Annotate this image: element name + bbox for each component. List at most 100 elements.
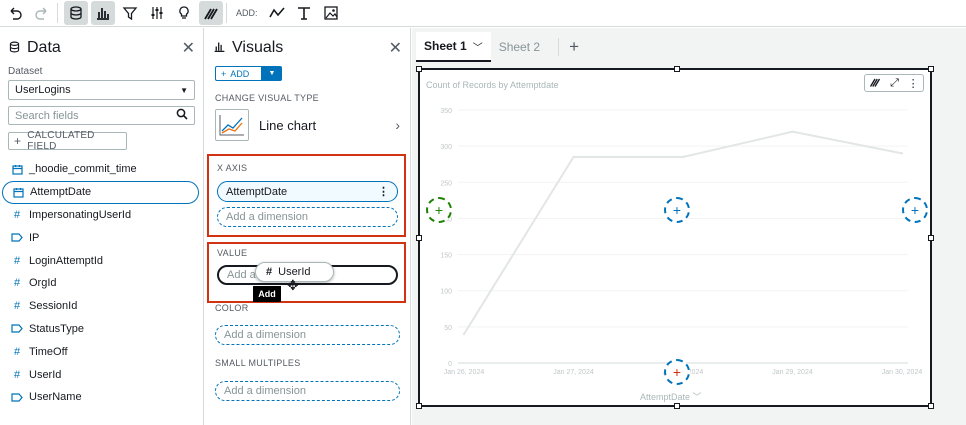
data-point <box>681 155 685 159</box>
search-icon <box>176 108 188 123</box>
dataset-select[interactable]: UserLogins ▼ <box>8 80 195 100</box>
tab-sheet-2[interactable]: Sheet 2 <box>491 32 548 62</box>
database-icon[interactable] <box>64 1 88 25</box>
parameters-icon[interactable] <box>145 1 169 25</box>
chevron-down-icon[interactable]: ﹀ <box>473 39 483 54</box>
number-field-icon: # <box>13 300 21 313</box>
number-field-icon: # <box>13 277 21 290</box>
database-icon <box>8 40 21 57</box>
field-item[interactable]: # OrgId <box>0 272 203 295</box>
add-field-center-icon[interactable]: + <box>664 197 690 223</box>
close-icon[interactable]: ✕ <box>182 38 195 58</box>
color-add-dimension[interactable]: Add a dimension <box>215 325 400 345</box>
y-tick-label: 50 <box>444 325 452 332</box>
x-axis-field-pill[interactable]: AttemptDate ⋮ <box>217 181 398 202</box>
field-item[interactable]: # TimeOff <box>0 340 203 363</box>
add-field-right-icon[interactable]: + <box>902 197 928 223</box>
line-chart-icon <box>215 109 249 141</box>
field-name: ImpersonatingUserId <box>29 208 132 221</box>
x-axis-well: X AXIS AttemptDate ⋮ Add a dimension <box>207 154 406 237</box>
undo-icon[interactable] <box>3 1 27 25</box>
y-tick-label: 300 <box>440 144 452 151</box>
calculated-field-label: CALCULATED FIELD <box>27 130 95 152</box>
add-field-left-icon[interactable]: + <box>426 197 452 223</box>
field-item[interactable]: IP <box>0 226 203 249</box>
add-text-icon[interactable] <box>292 1 316 25</box>
data-panel-title: Data <box>27 39 61 56</box>
field-name: StatusType <box>29 322 85 335</box>
add-sheet-icon[interactable]: + <box>569 32 579 62</box>
x-axis-title-text: AttemptDate <box>640 392 691 402</box>
toolbar-divider <box>226 3 227 23</box>
number-field-icon: # <box>13 345 21 358</box>
tab-sheet-2-label: Sheet 2 <box>498 40 541 54</box>
series-line <box>463 130 903 335</box>
add-image-icon[interactable] <box>319 1 343 25</box>
field-item[interactable]: # SessionId <box>0 295 203 318</box>
field-name: IP <box>29 231 40 244</box>
bar-chart-icon[interactable] <box>91 1 115 25</box>
visuals-panel-title: Visuals <box>232 39 284 56</box>
field-item[interactable]: AttemptDate <box>2 180 199 204</box>
more-options-icon[interactable]: ⋮ <box>378 185 389 198</box>
add-visual-button[interactable]: + ADD <box>215 66 262 81</box>
tab-sheet-1[interactable]: Sheet 1 ﹀ <box>416 32 491 62</box>
x-tick-label: Jan 30, 2024 <box>882 369 923 376</box>
insights-lightbulb-icon[interactable] <box>172 1 196 25</box>
x-axis-add-dimension[interactable]: Add a dimension <box>217 207 398 227</box>
y-tick-label: 0 <box>448 361 452 368</box>
dataset-value: UserLogins <box>15 84 71 96</box>
field-item[interactable]: UserName <box>0 386 203 409</box>
field-item[interactable]: StatusType <box>0 318 203 341</box>
visuals-panel: Visuals ✕ + ADD ▼ CHANGE VISUAL TYPE Lin… <box>205 28 411 425</box>
resize-handle[interactable] <box>928 403 934 409</box>
add-calculated-field-button[interactable]: + CALCULATED FIELD <box>8 130 127 152</box>
field-name: AttemptDate <box>30 186 92 199</box>
add-label: ADD <box>230 68 250 79</box>
field-item[interactable]: # ImpersonatingUserId <box>0 204 203 227</box>
add-field-bottom-icon[interactable]: + <box>664 359 690 385</box>
resize-handle[interactable] <box>416 403 422 409</box>
toolbar: ADD: <box>0 0 966 27</box>
close-icon[interactable]: ✕ <box>389 38 402 58</box>
small-multiples-label: SMALL MULTIPLES <box>215 358 301 368</box>
string-field-icon <box>10 324 24 334</box>
small-multiples-add-dimension[interactable]: Add a dimension <box>215 381 400 401</box>
search-fields-input[interactable]: Search fields <box>8 106 195 125</box>
field-item[interactable]: # LoginAttemptId <box>0 249 203 272</box>
resize-handle[interactable] <box>674 403 680 409</box>
field-name: _hoodie_commit_time <box>29 163 137 176</box>
color-label: COLOR <box>215 303 249 313</box>
chart-plot: 050100150200250300350Jan 26, 2024Jan 27,… <box>440 108 923 376</box>
redo-icon[interactable] <box>30 1 54 25</box>
line-chart-visual[interactable]: Count of Records by Attemptdate ⤢ ⋮ 0 50 1… <box>416 66 934 409</box>
x-tick-label: Jan 27, 2024 <box>553 369 594 376</box>
resize-handle[interactable] <box>928 66 934 72</box>
add-dropdown-button[interactable]: ▼ <box>262 66 282 81</box>
data-point <box>900 152 904 155</box>
themes-icon[interactable] <box>199 1 223 25</box>
data-panel-header: Data ✕ <box>0 28 203 68</box>
value-label: VALUE <box>217 248 248 258</box>
add-visual-icon[interactable] <box>265 1 289 25</box>
caret-down-icon: ▼ <box>180 85 188 95</box>
sheet-canvas: Sheet 1 ﹀ Sheet 2 + Count of Records by … <box>412 28 966 425</box>
x-axis-title[interactable]: AttemptDate ﹀ <box>640 390 702 403</box>
resize-handle[interactable] <box>928 235 934 241</box>
number-field-icon: # <box>13 208 21 221</box>
y-tick-label: 100 <box>440 289 452 296</box>
move-cursor-icon: ✥ <box>287 277 299 293</box>
field-item[interactable]: _hoodie_commit_time <box>0 158 203 181</box>
field-item[interactable]: # UserId <box>0 363 203 386</box>
y-tick-label: 250 <box>440 180 452 187</box>
visual-type-selector[interactable]: Line chart › <box>215 107 400 143</box>
field-name: LoginAttemptId <box>29 254 103 267</box>
resize-handle[interactable] <box>416 235 422 241</box>
plus-icon: + <box>14 134 22 148</box>
date-field-icon <box>11 187 25 198</box>
filter-icon[interactable] <box>118 1 142 25</box>
resize-handle[interactable] <box>674 66 680 72</box>
data-point <box>791 130 794 133</box>
field-name: OrgId <box>29 277 57 290</box>
resize-handle[interactable] <box>416 66 422 72</box>
